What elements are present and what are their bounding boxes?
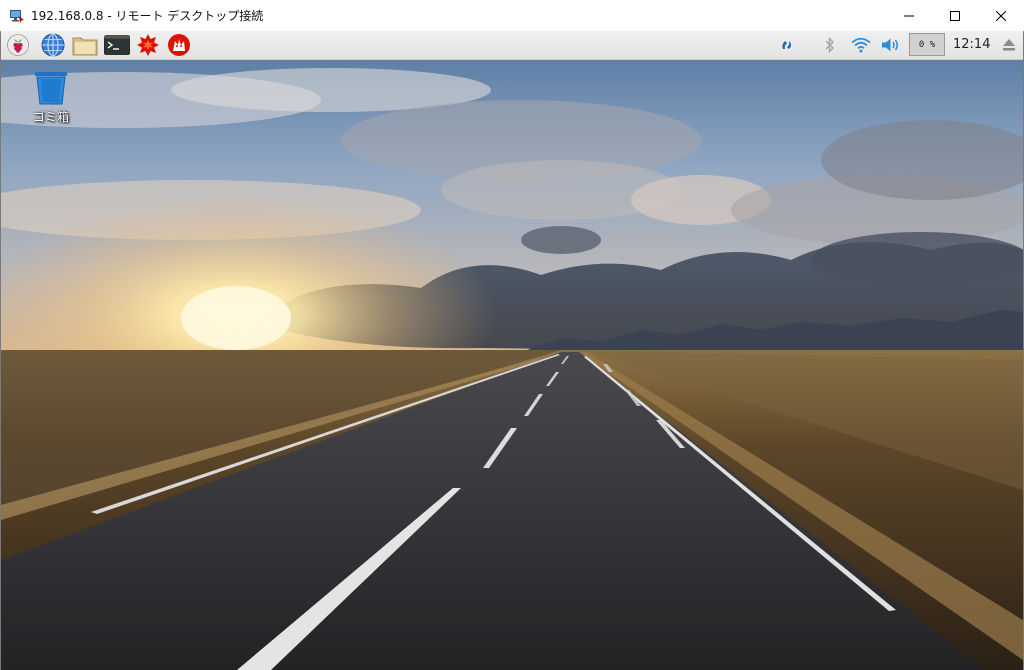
terminal-icon bbox=[104, 35, 130, 55]
clock[interactable]: 12:14 bbox=[953, 31, 990, 59]
desktop-wallpaper bbox=[1, 60, 1023, 670]
wifi-icon bbox=[851, 37, 871, 53]
taskbar-panel: 0 % 12:14 bbox=[1, 31, 1023, 60]
vnc-tray-button[interactable] bbox=[777, 32, 797, 58]
raspberry-menu-icon bbox=[7, 34, 29, 56]
bluetooth-icon bbox=[825, 36, 835, 54]
terminal-button[interactable] bbox=[104, 32, 130, 58]
volume-tray-button[interactable] bbox=[879, 32, 903, 58]
file-manager-icon bbox=[72, 37, 98, 56]
desktop-icon-label: ゴミ箱 bbox=[32, 110, 69, 124]
web-browser-icon bbox=[41, 33, 65, 57]
minimize-button[interactable] bbox=[886, 0, 932, 31]
close-button[interactable] bbox=[978, 0, 1024, 31]
window-controls bbox=[886, 0, 1024, 31]
cpu-usage-monitor[interactable]: 0 % bbox=[909, 33, 945, 56]
file-manager-button[interactable] bbox=[72, 32, 98, 58]
wolfram-icon bbox=[168, 34, 190, 56]
minimize-icon bbox=[904, 15, 914, 16]
vnc-icon bbox=[782, 41, 791, 49]
bluetooth-tray-button[interactable] bbox=[821, 32, 839, 58]
window-border-left bbox=[0, 31, 1, 670]
wifi-tray-button[interactable] bbox=[850, 32, 872, 58]
wolfram-button[interactable] bbox=[166, 32, 192, 58]
desktop[interactable]: ゴミ箱 bbox=[1, 60, 1023, 670]
mathematica-icon bbox=[137, 34, 159, 56]
window-title: 192.168.0.8 - リモート デスクトップ接続 bbox=[31, 9, 264, 23]
close-icon bbox=[996, 10, 1006, 21]
mathematica-button[interactable] bbox=[135, 32, 161, 58]
maximize-icon bbox=[950, 10, 960, 21]
web-browser-button[interactable] bbox=[40, 32, 66, 58]
eject-tray-button[interactable] bbox=[999, 32, 1019, 58]
desktop-icon-trash[interactable]: ゴミ箱 bbox=[23, 70, 79, 125]
maximize-button[interactable] bbox=[932, 0, 978, 31]
remote-desktop-icon bbox=[10, 9, 24, 23]
raspberry-menu-button[interactable] bbox=[5, 32, 31, 58]
trash-icon bbox=[35, 72, 67, 105]
volume-icon bbox=[882, 38, 898, 52]
eject-icon bbox=[1003, 39, 1015, 51]
window-titlebar[interactable]: 192.168.0.8 - リモート デスクトップ接続 bbox=[0, 0, 1024, 32]
